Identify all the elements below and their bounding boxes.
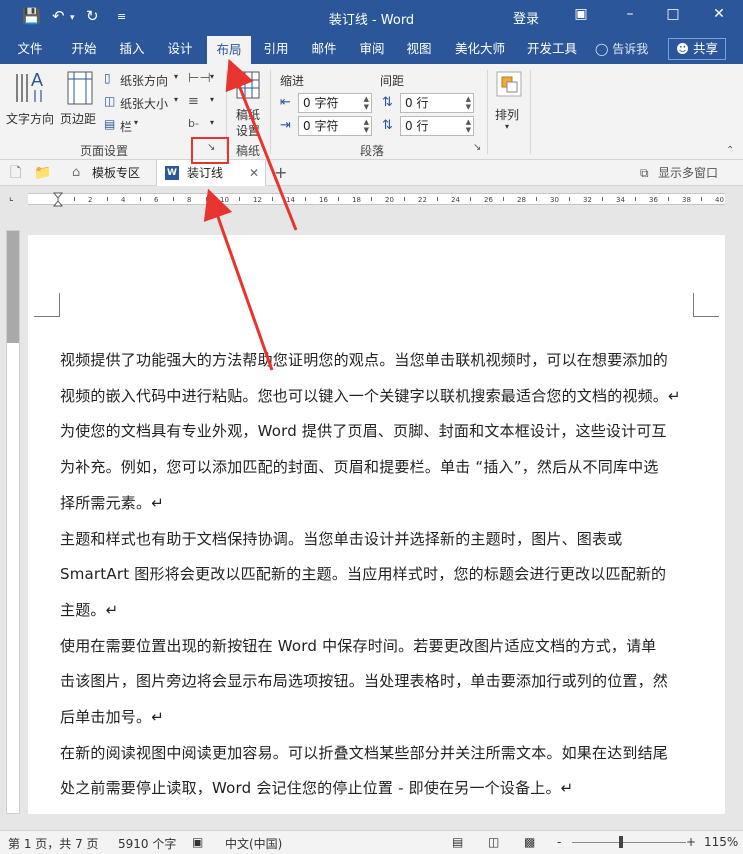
arrow-to-layout-tab <box>225 58 298 231</box>
annotation-arrows <box>203 58 298 371</box>
arrow-to-dialog-launcher <box>203 188 274 371</box>
